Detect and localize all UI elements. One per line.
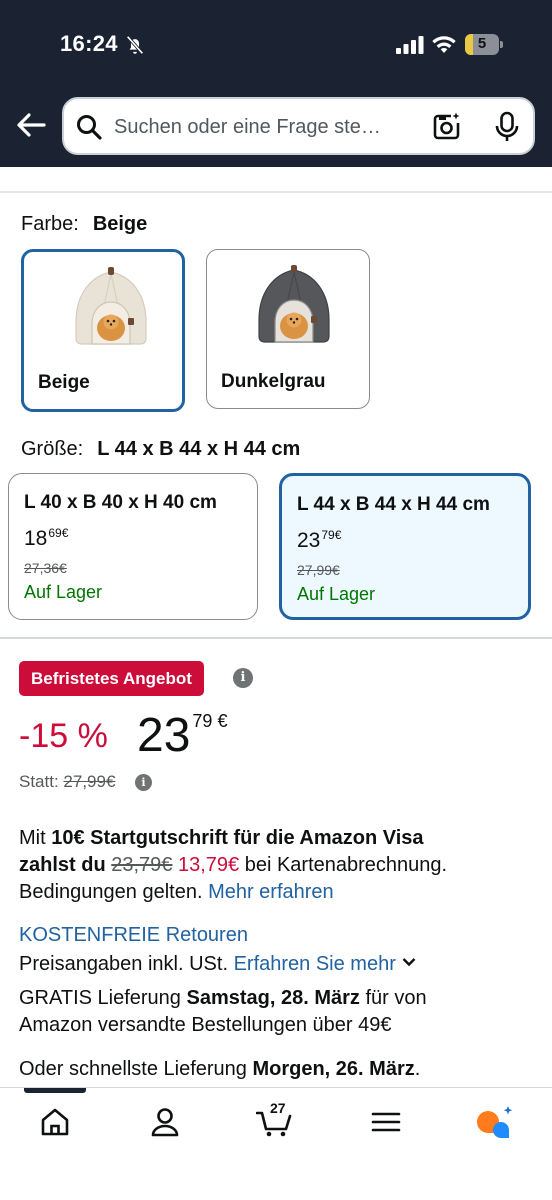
- cart-count-badge: 27: [270, 1100, 286, 1116]
- size-option-stock: Auf Lager: [297, 584, 376, 604]
- color-label: Farbe:: [21, 213, 79, 235]
- battery-level: 5: [477, 35, 487, 52]
- size-option-40[interactable]: L 40 x B 40 x H 40 cm 1869€ 27,36€ Auf L…: [8, 473, 258, 620]
- visa-old-price: 23,79€: [111, 854, 173, 876]
- search-bar[interactable]: Suchen oder eine Frage ste…: [62, 97, 535, 155]
- list-price-row: Statt: 27,99€: [19, 772, 115, 792]
- visa-promo-line2: zahlst du 23,79€ 13,79€ bei Kartenabrech…: [19, 854, 448, 876]
- size-option-old-price: 27,99€: [297, 562, 340, 578]
- discount-percentage: -15 %: [19, 717, 108, 755]
- color-swatch-dunkelgrau[interactable]: Dunkelgrau: [206, 249, 370, 409]
- visa-promo-line3: Bedingungen gelten. Mehr erfahren: [19, 881, 334, 903]
- current-price: 23 79 €: [137, 709, 228, 762]
- visa-more-link[interactable]: Mehr erfahren: [208, 881, 334, 903]
- battery-indicator: 5: [465, 34, 503, 55]
- divider: [0, 637, 552, 639]
- color-swatch-beige[interactable]: Beige: [21, 249, 185, 412]
- cellular-signal-icon: [396, 36, 424, 54]
- info-icon[interactable]: i: [233, 668, 253, 688]
- size-option-price: 1869€: [24, 526, 69, 550]
- status-bar: 16:24 5: [0, 0, 552, 90]
- divider: [0, 191, 552, 193]
- size-option-price: 2379€: [297, 528, 342, 552]
- size-option-stock: Auf Lager: [24, 582, 103, 602]
- bell-muted-icon: [126, 35, 144, 55]
- delivery-line2: Amazon versandte Bestellungen über 49€: [19, 1014, 392, 1036]
- deal-badge: Befristetes Angebot: [19, 661, 204, 696]
- visa-promo-line1: Mit 10€ Startgutschrift für die Amazon V…: [19, 827, 424, 849]
- free-returns-link[interactable]: KOSTENFREIE Retouren: [19, 922, 248, 949]
- size-label-row: Größe: L 44 x B 44 x H 44 cm: [21, 438, 300, 461]
- color-label-row: Farbe: Beige: [21, 213, 147, 236]
- color-selected-value: Beige: [92, 213, 148, 235]
- color-swatch-label: Beige: [38, 372, 90, 393]
- rufus-icon[interactable]: [475, 1104, 515, 1140]
- size-selected-value: L 44 x B 44 x H 44 cm: [97, 438, 301, 460]
- color-swatch-label: Dunkelgrau: [221, 371, 326, 392]
- microphone-icon[interactable]: [494, 111, 520, 143]
- list-price-value: 27,99€: [63, 772, 116, 791]
- tax-more-link[interactable]: Erfahren Sie mehr: [234, 953, 396, 975]
- menu-icon[interactable]: [369, 1106, 403, 1138]
- size-option-title: L 44 x B 44 x H 44 cm: [297, 494, 490, 515]
- status-time: 16:24: [60, 31, 118, 56]
- account-icon[interactable]: [148, 1106, 182, 1138]
- list-price-label: Statt:: [19, 772, 59, 791]
- search-icon: [77, 115, 102, 140]
- visa-new-price: 13,79€: [177, 854, 240, 876]
- chevron-down-icon[interactable]: [402, 957, 416, 967]
- tax-info-row: Preisangaben inkl. USt. Erfahren Sie meh…: [19, 951, 416, 978]
- pet-house-dark-grey-image: [258, 265, 330, 343]
- delivery-line1: GRATIS Lieferung Samstag, 28. März für v…: [19, 987, 427, 1009]
- size-option-title: L 40 x B 40 x H 40 cm: [24, 492, 217, 513]
- wifi-icon: [432, 36, 456, 53]
- pet-house-beige-image: [75, 267, 147, 345]
- fastest-delivery: Oder schnellste Lieferung Morgen, 26. Mä…: [19, 1058, 421, 1080]
- home-icon[interactable]: [38, 1106, 72, 1138]
- size-option-44[interactable]: L 44 x B 44 x H 44 cm 2379€ 27,99€ Auf L…: [279, 473, 531, 620]
- camera-search-icon[interactable]: [429, 111, 461, 143]
- info-icon[interactable]: i: [135, 774, 152, 791]
- bottom-navigation: 27: [0, 1087, 552, 1200]
- top-bar: 16:24 5 Suchen oder eine Frage ste…: [0, 0, 552, 167]
- size-option-old-price: 27,36€: [24, 560, 67, 576]
- active-tab-indicator: [24, 1088, 86, 1093]
- back-arrow-icon[interactable]: [14, 110, 48, 140]
- search-input[interactable]: Suchen oder eine Frage ste…: [114, 116, 381, 139]
- size-label: Größe:: [21, 438, 84, 460]
